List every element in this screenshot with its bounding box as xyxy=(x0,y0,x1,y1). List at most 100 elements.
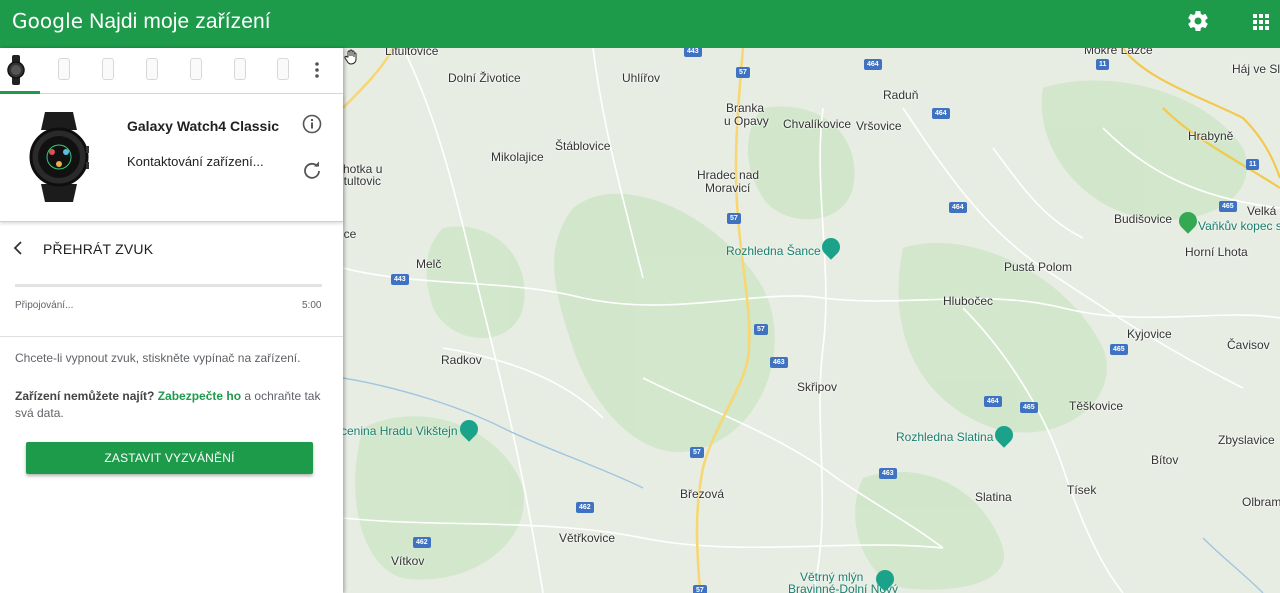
road-shield: 463 xyxy=(770,357,788,368)
town-label: Hlubočec xyxy=(943,294,994,308)
poi-label: Rozhledna Šance xyxy=(726,244,821,258)
map-view[interactable]: Litultovice Dolní Životice Uhlířov Brank… xyxy=(343,48,1280,593)
app-title[interactable]: Google Najdi moje zařízení xyxy=(12,9,271,34)
more-vert-icon[interactable] xyxy=(305,58,329,82)
town-label: Horní Lhota xyxy=(1185,245,1248,259)
town-label: itultovic xyxy=(343,174,382,188)
device-tab-phone-3[interactable] xyxy=(132,48,172,92)
device-tab-phone-2[interactable] xyxy=(88,48,128,92)
town-label: Těškovice xyxy=(1069,399,1124,413)
town-label: Skřipov xyxy=(797,380,838,394)
stop-ringing-button[interactable]: ZASTAVIT VYZVÁNĚNÍ xyxy=(26,442,313,474)
town-label: Zbyslavice xyxy=(1218,433,1275,447)
pan-hand-cursor-icon xyxy=(344,49,357,65)
town-label: Vítkov xyxy=(391,554,425,568)
apps-grid-icon[interactable] xyxy=(1249,10,1273,34)
town-label: Štáblovice xyxy=(555,139,611,153)
play-sound-title: PŘEHRÁT ZVUK xyxy=(43,241,154,257)
phone-icon xyxy=(102,58,114,80)
poi-label: Vaňkův kopec s xyxy=(1198,219,1280,233)
poi-label: cenina Hradu Vikštejn xyxy=(343,424,458,438)
device-tabs xyxy=(0,48,343,94)
device-status: Kontaktování zařízení... xyxy=(127,154,264,169)
app-name: Najdi moje zařízení xyxy=(89,10,271,33)
device-tab-phone-6[interactable] xyxy=(263,48,303,92)
town-label: Slatina xyxy=(975,490,1012,504)
road-shield: 462 xyxy=(576,502,594,513)
town-label: Budišovice xyxy=(1114,212,1173,226)
town-label: u Opavy xyxy=(724,114,769,128)
road-shield: 463 xyxy=(879,468,897,479)
road-shield: 57 xyxy=(736,67,750,78)
town-label: Moravicí xyxy=(705,181,751,195)
progress-label: Připojování... xyxy=(15,300,74,311)
road-shield: 57 xyxy=(727,213,741,224)
town-label: Olbram xyxy=(1242,495,1280,509)
phone-icon xyxy=(58,58,70,80)
device-tab-phone-5[interactable] xyxy=(220,48,260,92)
device-name: Galaxy Watch4 Classic xyxy=(127,118,280,134)
road-shield: 11 xyxy=(1096,59,1110,70)
ring-timer: 5:00 xyxy=(302,300,322,311)
town-label: Bítov xyxy=(1151,453,1179,467)
road-shield: 443 xyxy=(684,48,702,57)
road-shield: 462 xyxy=(413,537,431,548)
town-label: Kyjovice xyxy=(1127,327,1172,341)
town-label: Radkov xyxy=(441,353,482,367)
road-shield: 464 xyxy=(864,59,882,70)
phone-icon xyxy=(234,58,246,80)
road-shield: 464 xyxy=(949,202,967,213)
town-label: ice xyxy=(343,227,357,241)
info-icon[interactable] xyxy=(301,113,323,135)
road-shield: 465 xyxy=(1020,402,1038,413)
brand-logo: Google xyxy=(12,9,84,33)
device-image xyxy=(29,112,89,202)
road-shield: 57 xyxy=(693,585,707,593)
road-shield: 465 xyxy=(1219,201,1237,212)
town-label: Uhlířov xyxy=(622,71,661,85)
road-shield: 57 xyxy=(690,447,704,458)
town-label: Litultovice xyxy=(385,48,439,58)
town-label: Mokré Lazce xyxy=(1084,48,1153,57)
device-tab-phone-4[interactable] xyxy=(176,48,216,92)
settings-gear-icon[interactable] xyxy=(1186,9,1210,33)
town-label: Raduň xyxy=(883,88,919,102)
town-label: Čavisov xyxy=(1227,338,1270,352)
phone-icon xyxy=(277,58,289,80)
town-label: Pustá Polom xyxy=(1004,260,1073,274)
town-label: Hrabyně xyxy=(1188,129,1234,143)
town-label: Melč xyxy=(416,257,442,271)
town-label: Mikolajice xyxy=(491,150,544,164)
town-label: Březová xyxy=(680,487,725,501)
road-shield: 464 xyxy=(932,108,950,119)
poi-label: Rozhledna Slatina xyxy=(896,430,994,444)
stop-sound-hint: Chcete-li vypnout zvuk, stiskněte vypína… xyxy=(15,351,301,365)
road-shield: 464 xyxy=(984,396,1002,407)
road-shield: 57 xyxy=(754,324,768,335)
device-tab-watch[interactable] xyxy=(0,48,40,94)
road-shield: 443 xyxy=(391,274,409,285)
secure-prefix: Zařízení nemůžete najít? xyxy=(15,389,155,403)
back-arrow-icon[interactable] xyxy=(10,239,28,257)
divider xyxy=(0,336,343,337)
town-label: Dolní Životice xyxy=(448,71,521,85)
secure-device-text: Zařízení nemůžete najít? Zabezpečte ho a… xyxy=(15,388,325,422)
device-tab-phone-1[interactable] xyxy=(44,48,84,92)
town-label: Tísek xyxy=(1067,483,1097,497)
town-label: Chvalíkovice xyxy=(783,117,852,131)
phone-icon xyxy=(190,58,202,80)
town-label: Vršovice xyxy=(856,119,902,133)
ring-progress-bar xyxy=(15,284,322,287)
secure-device-link[interactable]: Zabezpečte ho xyxy=(158,389,241,403)
town-label: Větřkovice xyxy=(559,531,616,545)
watch-icon xyxy=(7,55,25,85)
device-card: Galaxy Watch4 Classic Kontaktování zaříz… xyxy=(0,94,343,222)
refresh-icon[interactable] xyxy=(301,160,323,182)
device-panel: Galaxy Watch4 Classic Kontaktování zaříz… xyxy=(0,48,343,593)
road-shield: 465 xyxy=(1110,344,1128,355)
town-label: Háj ve Sl xyxy=(1232,62,1280,76)
town-label: Velká xyxy=(1247,204,1277,218)
app-header: Google Najdi moje zařízení xyxy=(0,0,1280,48)
phone-icon xyxy=(146,58,158,80)
road-shield: 11 xyxy=(1246,159,1260,170)
